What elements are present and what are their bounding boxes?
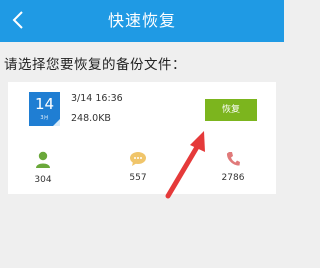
restore-button[interactable]: 恢复 [205, 99, 257, 121]
person-icon [36, 151, 50, 168]
contacts-count: 304 [34, 175, 52, 185]
contacts-stat: 304 [13, 151, 73, 185]
sms-count: 557 [129, 173, 147, 183]
backup-size: 248.0KB [71, 113, 111, 124]
calendar-fold [53, 119, 60, 126]
backup-datetime: 3/14 16:36 [71, 93, 123, 104]
sms-stat: 557 [108, 151, 168, 183]
backup-card[interactable]: 14 3月 3/14 16:36 248.0KB 恢复 304 557 2786 [8, 82, 276, 194]
page-title: 快速恢复 [107, 11, 176, 30]
calendar-day: 14 [34, 95, 55, 113]
phone-icon [226, 152, 240, 166]
select-backup-prompt: 请选择您要恢复的备份文件： [4, 57, 186, 73]
chat-bubble-icon [130, 152, 146, 166]
calls-stat: 2786 [203, 151, 263, 183]
app-header: 快速恢复 [0, 0, 284, 42]
calendar-icon: 14 3月 [29, 92, 60, 126]
calls-count: 2786 [221, 173, 245, 183]
